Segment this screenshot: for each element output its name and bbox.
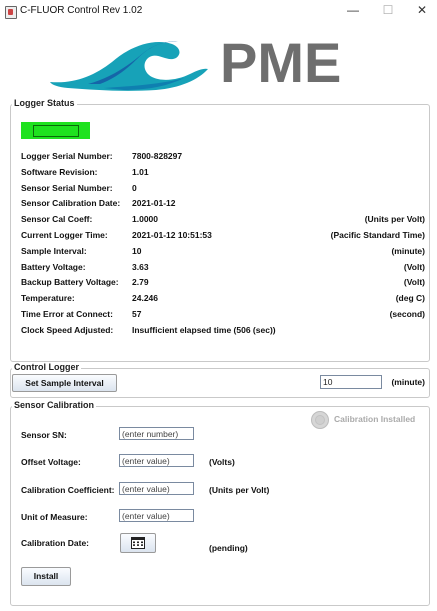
install-button[interactable]: Install	[21, 567, 71, 586]
status-row-label: Clock Speed Adjusted:	[21, 325, 114, 335]
offset-voltage-input[interactable]: (enter value)	[119, 454, 194, 467]
sensor-sn-label: Sensor SN:	[21, 430, 67, 440]
status-row-label: Backup Battery Voltage:	[21, 277, 119, 287]
status-row-label: Software Revision:	[21, 167, 98, 177]
status-row-label: Sensor Calibration Date:	[21, 198, 121, 208]
minimize-icon[interactable]: —	[345, 3, 361, 17]
status-row-value: 2021-01-12 10:51:53	[132, 230, 212, 240]
status-row-value: 24.246	[132, 293, 158, 303]
calibration-coefficient-input[interactable]: (enter value)	[119, 482, 194, 495]
calibration-date-label: Calibration Date:	[21, 538, 90, 548]
sensor-calibration-panel	[10, 406, 430, 606]
status-row-value: 3.63	[132, 262, 149, 272]
connection-status-indicator	[21, 122, 90, 139]
status-row-value: 10	[132, 246, 142, 256]
maximize-icon[interactable]: ☐	[380, 3, 396, 17]
status-row-value: 1.0000	[132, 214, 158, 224]
calibration-installed-label: Calibration Installed	[334, 414, 416, 424]
calibration-coefficient-label: Calibration Coefficient:	[21, 485, 115, 495]
status-row-unit: (Volt)	[403, 277, 425, 287]
status-row-label: Logger Serial Number:	[21, 151, 113, 161]
sensor-calibration-title: Sensor Calibration	[12, 400, 97, 410]
calibration-date-status: (pending)	[209, 543, 248, 553]
status-row-unit: (Volt)	[403, 262, 425, 272]
unit-of-measure-input[interactable]: (enter value)	[119, 509, 194, 522]
calibration-installed-indicator	[311, 411, 329, 429]
offset-voltage-unit: (Volts)	[209, 457, 235, 467]
status-row-value: 57	[132, 309, 142, 319]
calendar-button[interactable]	[120, 533, 156, 553]
status-row-value: 7800-828297	[132, 151, 183, 161]
status-row-unit: (minute)	[391, 246, 425, 256]
pme-logo: PME	[50, 31, 341, 94]
calendar-icon	[131, 537, 145, 549]
window-title: C-FLUOR Control Rev 1.02	[20, 5, 143, 16]
status-row-unit: (Units per Volt)	[364, 214, 425, 224]
status-row-label: Time Error at Connect:	[21, 309, 113, 319]
logo-text: PME	[220, 31, 341, 94]
status-row-label: Sensor Serial Number:	[21, 183, 113, 193]
status-row-label: Current Logger Time:	[21, 230, 108, 240]
java-app-icon	[5, 6, 17, 19]
close-icon[interactable]: ✕	[414, 3, 430, 17]
status-row-value: Insufficient elapsed time (506 (sec))	[132, 325, 276, 335]
status-row-value: 2021-01-12	[132, 198, 176, 208]
sensor-sn-input[interactable]: (enter number)	[119, 427, 194, 440]
status-row-label: Temperature:	[21, 293, 75, 303]
sample-interval-unit: (minute)	[391, 377, 425, 387]
logger-status-title: Logger Status	[12, 98, 77, 108]
status-row-value: 1.01	[132, 167, 149, 177]
calibration-coefficient-unit: (Units per Volt)	[209, 485, 270, 495]
status-row-unit: (deg C)	[395, 293, 425, 303]
sample-interval-input[interactable]: 10	[320, 375, 382, 389]
set-sample-interval-button[interactable]: Set Sample Interval	[12, 374, 117, 392]
title-bar: C-FLUOR Control Rev 1.02 — ☐ ✕	[0, 0, 437, 24]
offset-voltage-label: Offset Voltage:	[21, 457, 81, 467]
control-logger-title: Control Logger	[12, 362, 81, 372]
status-row-label: Sample Interval:	[21, 246, 87, 256]
status-row-value: 2.79	[132, 277, 149, 287]
status-row-label: Sensor Cal Coeff:	[21, 214, 93, 224]
status-row-unit: (second)	[389, 309, 425, 319]
status-row-unit: (Pacific Standard Time)	[330, 230, 425, 240]
status-row-value: 0	[132, 183, 137, 193]
status-row-label: Battery Voltage:	[21, 262, 86, 272]
unit-of-measure-label: Unit of Measure:	[21, 512, 88, 522]
